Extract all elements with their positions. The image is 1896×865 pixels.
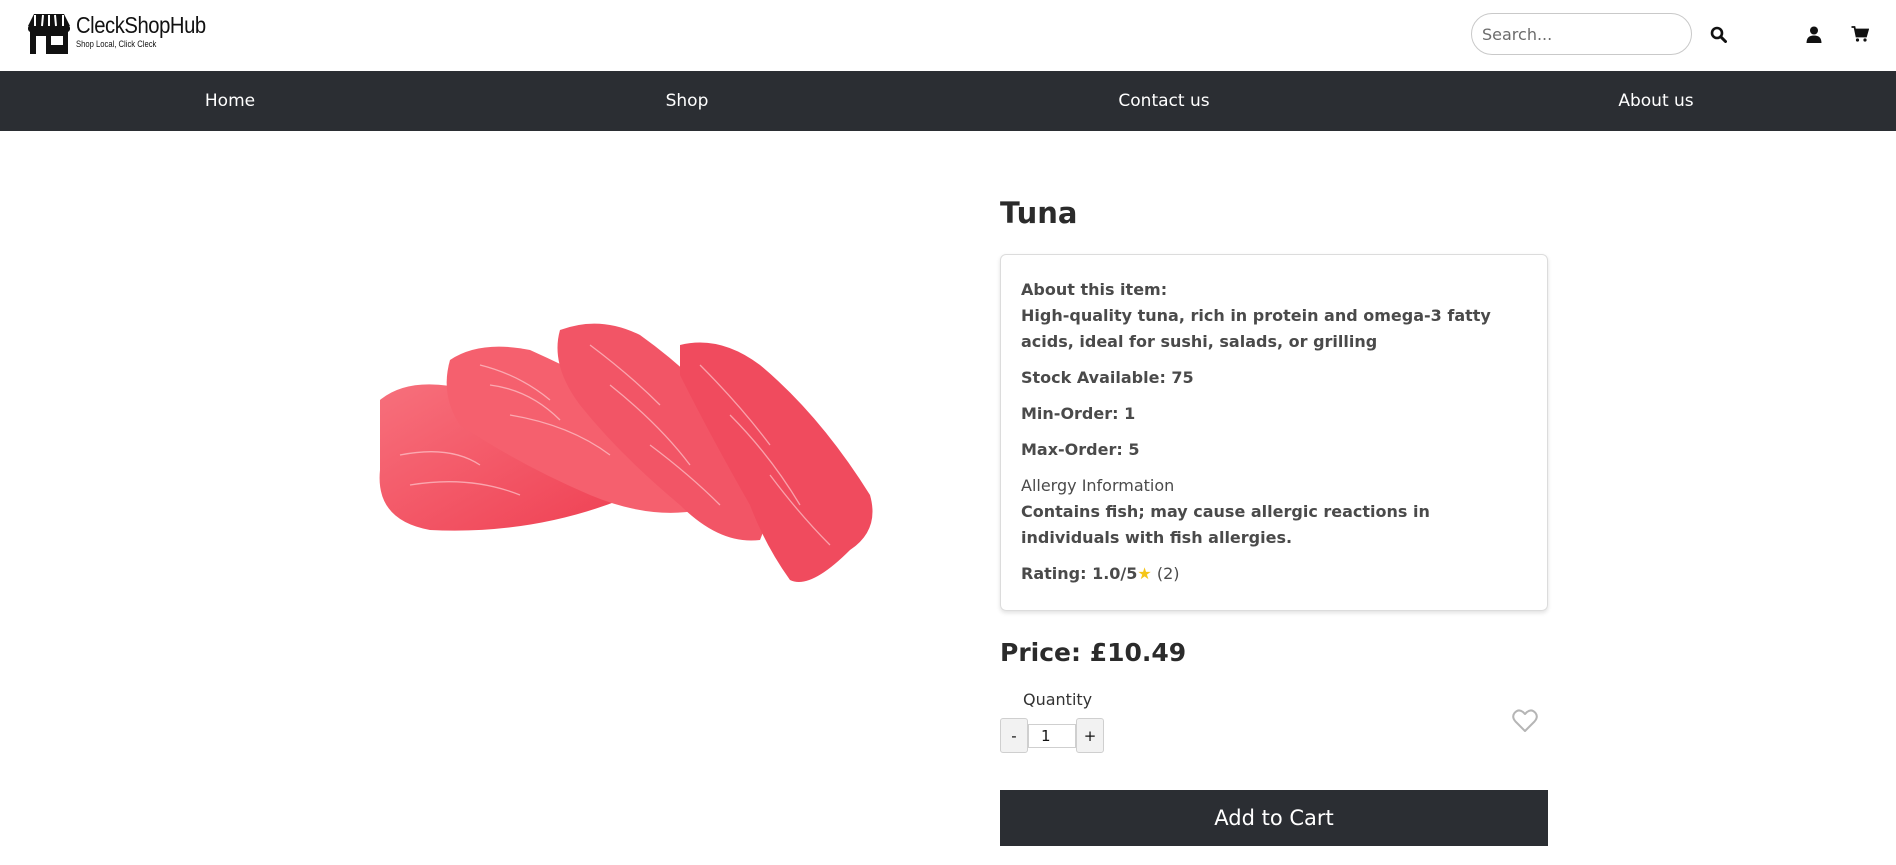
quantity-decrease-button[interactable]: - — [1000, 718, 1028, 753]
rating-value: Rating: 1.0/5 — [1021, 564, 1138, 583]
heart-icon — [1512, 709, 1538, 732]
wishlist-button[interactable] — [1511, 707, 1539, 735]
brand-text: CleckShopHub Shop Local, Click Cleck — [76, 12, 223, 49]
account-button[interactable] — [1802, 22, 1826, 46]
brand-name: CleckShopHub — [76, 12, 206, 38]
allergy-label: Allergy Information — [1021, 476, 1175, 495]
rating-count: (2) — [1151, 564, 1180, 583]
max-order: Max-Order: 5 — [1021, 440, 1140, 459]
quantity-label: Quantity — [1023, 690, 1093, 709]
cart-icon — [1851, 26, 1869, 42]
product-price: Price: £10.49 — [1000, 638, 1187, 667]
search-input[interactable] — [1471, 13, 1692, 55]
product-title: Tuna — [1000, 196, 1078, 230]
brand-logo[interactable]: CleckShopHub Shop Local, Click Cleck — [26, 12, 223, 56]
nav-shop[interactable]: Shop — [666, 71, 709, 131]
store-icon — [28, 14, 70, 54]
about-section: About this item: High-quality tuna, rich… — [1021, 277, 1527, 355]
product-info-card: About this item: High-quality tuna, rich… — [1000, 254, 1548, 611]
product-description: High-quality tuna, rich in protein and o… — [1021, 306, 1491, 351]
min-order: Min-Order: 1 — [1021, 404, 1136, 423]
product-image — [379, 323, 873, 582]
allergy-text: Contains fish; may cause allergic reacti… — [1021, 502, 1430, 547]
user-icon — [1806, 26, 1822, 43]
main-nav: Home Shop Contact us About us — [0, 71, 1896, 131]
quantity-input[interactable] — [1028, 724, 1076, 748]
nav-about-us[interactable]: About us — [1618, 71, 1693, 131]
nav-contact-us[interactable]: Contact us — [1118, 71, 1209, 131]
search-button[interactable] — [1706, 22, 1730, 46]
about-label: About this item: — [1021, 280, 1168, 299]
brand-tagline: Shop Local, Click Cleck — [76, 39, 157, 49]
nav-home[interactable]: Home — [205, 71, 255, 131]
allergy-section: Allergy Information Contains fish; may c… — [1021, 473, 1527, 551]
top-header: CleckShopHub Shop Local, Click Cleck — [0, 0, 1896, 71]
star-icon: ★ — [1137, 564, 1152, 583]
stock-available: Stock Available: 75 — [1021, 368, 1194, 387]
search-icon — [1710, 26, 1727, 43]
rating: Rating: 1.0/5★ (2) — [1021, 561, 1527, 587]
cart-button[interactable] — [1847, 22, 1873, 46]
quantity-increase-button[interactable]: + — [1076, 718, 1104, 753]
add-to-cart-button[interactable]: Add to Cart — [1000, 790, 1548, 846]
